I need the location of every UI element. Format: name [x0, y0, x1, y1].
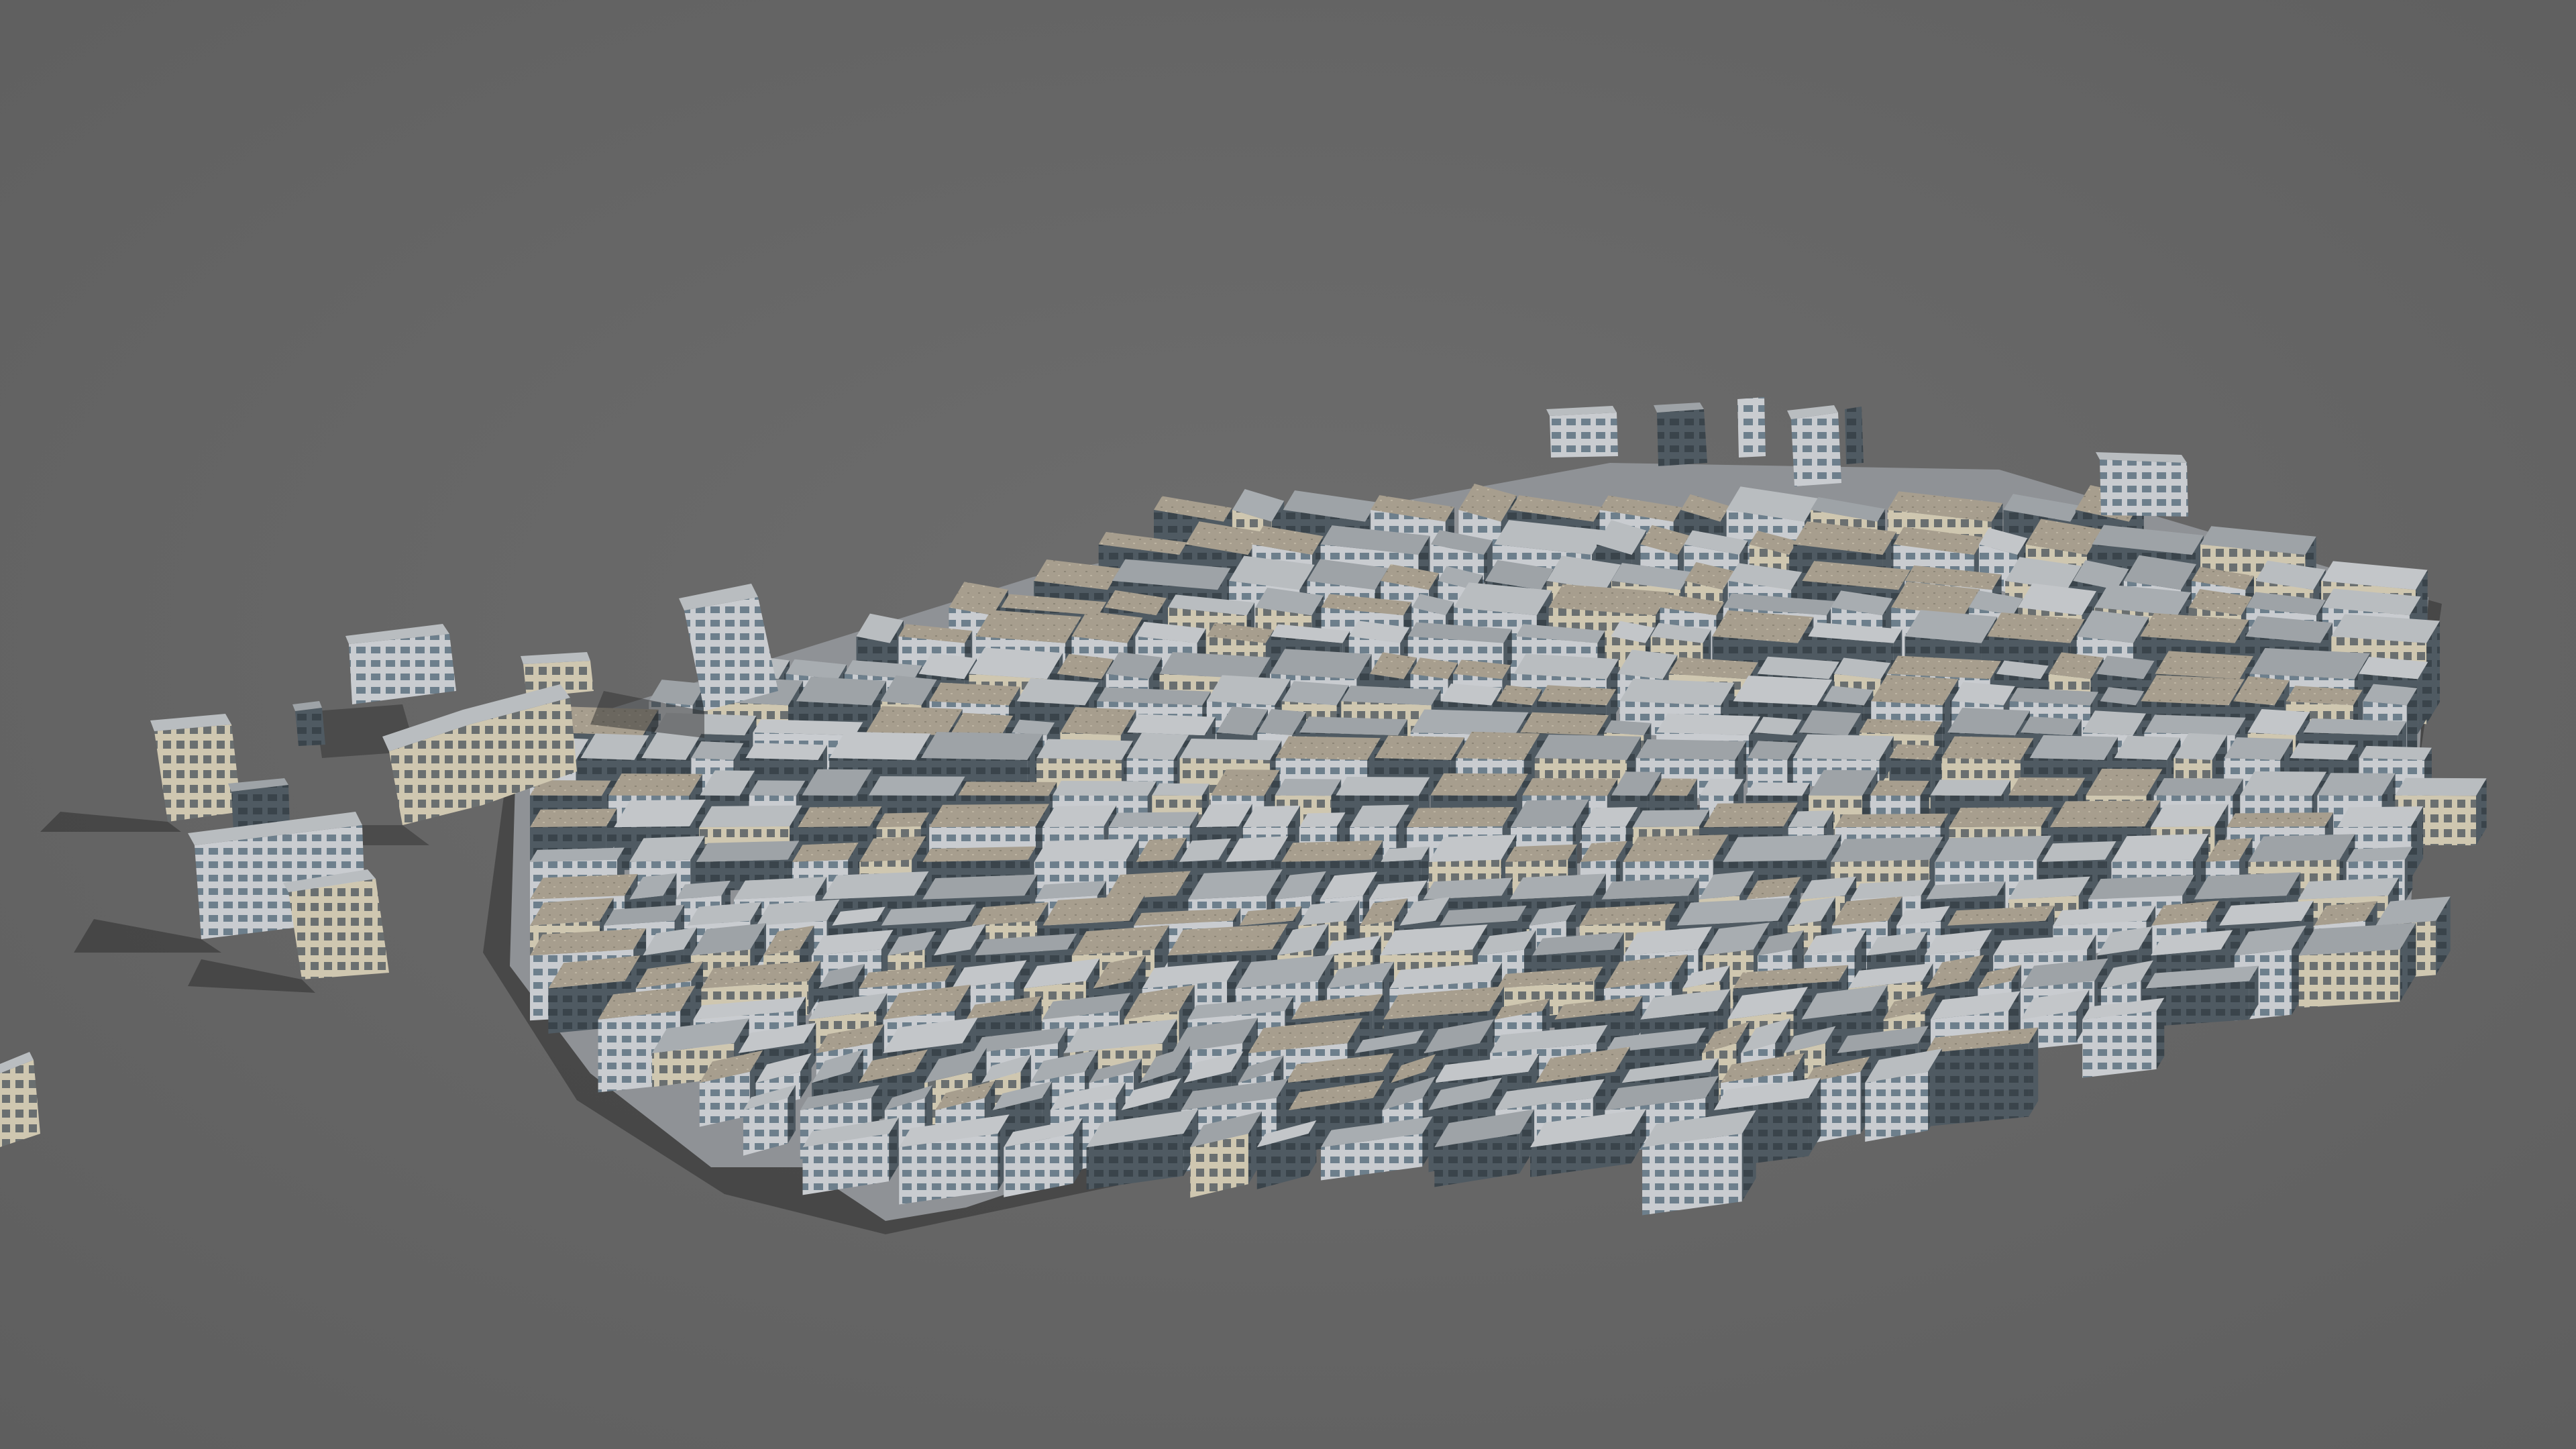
north-building — [2096, 452, 2188, 517]
north-building — [1787, 405, 1841, 486]
city-building — [1642, 1110, 1756, 1216]
city-building — [2298, 922, 2416, 1008]
north-building — [1737, 397, 1766, 458]
city-building — [2082, 998, 2165, 1078]
north-building — [1654, 402, 1707, 466]
north-building — [1845, 407, 1864, 464]
city-render-canvas: (function(){ // deterministic pseudo-ran… — [0, 0, 2576, 1449]
north-building — [1546, 406, 1618, 458]
city-building — [899, 1114, 1010, 1205]
city-building — [1925, 1027, 2039, 1127]
